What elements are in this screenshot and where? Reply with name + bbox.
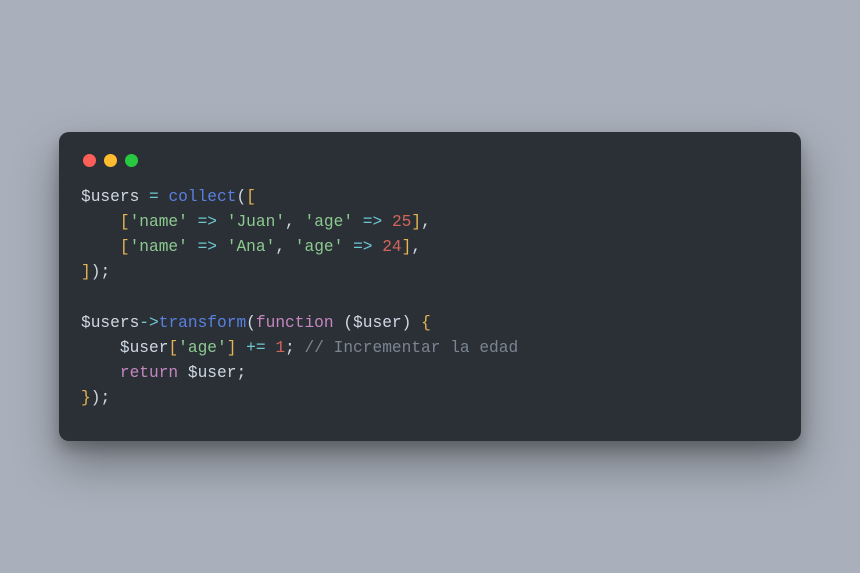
code-token: 'age' [295,238,344,256]
code-token: => [198,213,217,231]
code-block: $users = collect([ ['name' => 'Juan', 'a… [81,185,779,411]
close-icon[interactable] [83,154,96,167]
code-token: [ [120,238,130,256]
code-token: ) [91,263,101,281]
code-token [343,238,353,256]
code-token [266,339,276,357]
code-token: [ [168,339,178,357]
code-window: $users = collect([ ['name' => 'Juan', 'a… [59,132,801,441]
code-token: = [149,188,159,206]
code-token: ] [81,263,91,281]
code-token: { [421,314,431,332]
code-token: 'age' [178,339,227,357]
code-token [81,364,120,382]
code-token [178,364,188,382]
code-token: ; [100,389,110,407]
code-token [81,339,120,357]
code-token: [ [120,213,130,231]
code-token: ] [227,339,237,357]
code-token: ( [343,314,353,332]
code-token: function [256,314,334,332]
code-token: return [120,364,178,382]
code-token: $users [81,314,139,332]
code-token: $user [188,364,237,382]
code-token [217,213,227,231]
window-titlebar [81,150,779,185]
code-token [285,238,295,256]
code-token: 'age' [304,213,353,231]
code-token: ) [402,314,412,332]
code-token: => [363,213,382,231]
code-token [81,238,120,256]
code-token: ; [236,364,246,382]
code-token: ) [91,389,101,407]
code-token: -> [139,314,158,332]
code-token: // Incrementar la edad [304,339,518,357]
code-token: ; [100,263,110,281]
code-token: += [246,339,265,357]
code-token: ] [411,213,421,231]
code-token [411,314,421,332]
code-token: } [81,389,91,407]
code-token: collect [168,188,236,206]
code-token: ; [285,339,295,357]
code-token [353,213,363,231]
code-token [159,188,169,206]
code-token: , [421,213,431,231]
code-token: , [285,213,295,231]
code-token [382,213,392,231]
code-token: 'Ana' [227,238,276,256]
code-token [236,339,246,357]
code-token: ] [402,238,412,256]
code-token: => [198,238,217,256]
code-token: $user [120,339,169,357]
code-token: 25 [392,213,411,231]
code-token: 'name' [130,238,188,256]
minimize-icon[interactable] [104,154,117,167]
code-token [81,213,120,231]
code-token: 'Juan' [227,213,285,231]
code-token: 1 [275,339,285,357]
code-token: => [353,238,372,256]
code-token: 'name' [130,213,188,231]
code-token: [ [246,188,256,206]
code-token: ( [236,188,246,206]
code-token: 24 [382,238,401,256]
code-token [188,213,198,231]
code-token [217,238,227,256]
code-token [334,314,344,332]
code-token [139,188,149,206]
zoom-icon[interactable] [125,154,138,167]
code-token [188,238,198,256]
code-token: $users [81,188,139,206]
code-token: , [275,238,285,256]
code-token: transform [159,314,246,332]
code-token [373,238,383,256]
code-token: , [411,238,421,256]
code-token: $user [353,314,402,332]
code-token: ( [246,314,256,332]
